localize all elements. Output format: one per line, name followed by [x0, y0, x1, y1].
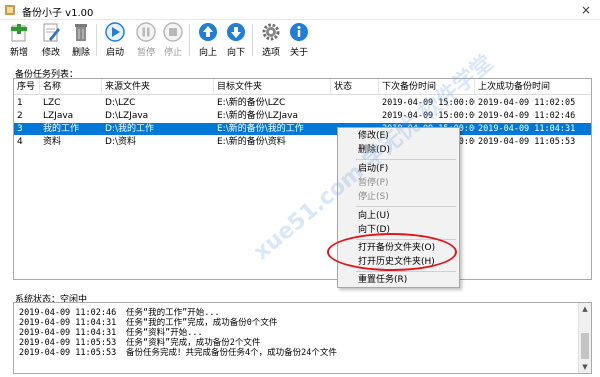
title-bar: 备份小子 v1.00 ×	[0, 0, 600, 20]
play-icon	[105, 22, 125, 42]
scroll-down-icon[interactable]: ▼	[579, 361, 591, 373]
app-window: 备份小子 v1.00 × 新增 修改 删除 启动 暂停 停止 向上 向下 选项 …	[0, 0, 600, 377]
arrow-up-icon	[199, 23, 217, 41]
start-label: 启动	[105, 48, 124, 58]
scroll-up-icon[interactable]: ▲	[579, 303, 591, 315]
stop-icon	[163, 22, 183, 42]
edit-label: 修改	[41, 48, 60, 58]
target-folder: E:\新的备份\资料	[217, 137, 286, 147]
pause-icon	[136, 22, 156, 42]
column-header[interactable]: 上次成功备份时间	[475, 79, 591, 95]
pause-label: 暂停	[136, 48, 155, 58]
table-row[interactable]: 2 LZJava D:\LZJava E:\新的备份\LZJava 2019-0…	[14, 110, 591, 122]
last-success-time: 2019-04-09 11:05:53	[478, 137, 576, 147]
row-index: 3	[17, 124, 23, 134]
log-message: 任务“我的工作”完成，成功备份0个文件	[126, 318, 278, 328]
last-success-time: 2019-04-09 11:04:31	[478, 124, 576, 134]
log-time: 2019-04-09 11:05:53	[19, 338, 117, 348]
task-name: 资料	[43, 137, 62, 147]
log-time: 2019-04-09 11:04:31	[19, 328, 117, 338]
log-message: 备份任务完成！共完成备份任务4个，成功备份24个文件	[126, 348, 337, 358]
task-status	[331, 110, 379, 122]
arrow-down-icon	[227, 23, 245, 41]
target-folder: E:\新的备份\LZC	[217, 98, 286, 108]
menu-item-stop[interactable]: 停止(S)	[338, 190, 459, 204]
log-message: 任务“我的工作”开始...	[126, 308, 220, 318]
trash-icon	[75, 24, 87, 41]
move-up-label: 向上	[198, 48, 217, 58]
last-success-time: 2019-04-09 11:02:05	[478, 98, 576, 108]
about-button[interactable]: 关于	[284, 21, 314, 59]
log-message: 任务“资料”完成，成功备份2个文件	[126, 338, 261, 348]
task-table: 序号 名称 来源文件夹 目标文件夹 状态 下次备份时间 上次成功备份时间 1 L…	[13, 78, 592, 280]
toolbar: 新增 修改 删除 启动 暂停 停止 向上 向下 选项 关于	[0, 20, 600, 60]
stop-button[interactable]: 停止	[158, 21, 188, 59]
move-up-button[interactable]: 向上	[193, 21, 223, 59]
column-header[interactable]: 来源文件夹	[102, 79, 214, 95]
about-label: 关于	[289, 48, 308, 58]
menu-item-reset-task[interactable]: 重置任务(R)	[338, 273, 459, 287]
target-folder: E:\新的备份\我的工作	[217, 124, 304, 134]
delete-button[interactable]: 删除	[66, 21, 96, 59]
row-index: 1	[17, 98, 23, 108]
close-button[interactable]: ×	[578, 2, 594, 18]
menu-separator	[356, 271, 456, 272]
source-folder: D:\LZC	[105, 98, 136, 108]
source-folder: D:\我的工作	[105, 124, 154, 134]
start-button[interactable]: 启动	[100, 21, 130, 59]
log-time: 2019-04-09 11:04:31	[19, 318, 117, 328]
pause-button[interactable]: 暂停	[131, 21, 161, 59]
log-panel: 2019-04-09 11:02:46 任务“我的工作”开始... 2019-0…	[13, 302, 592, 374]
edit-button[interactable]: 修改	[36, 21, 66, 59]
table-row-selected[interactable]: 3 我的工作 D:\我的工作 E:\新的备份\我的工作 2019-04-09 1…	[14, 123, 591, 135]
log-time: 2019-04-09 11:05:53	[19, 348, 117, 358]
move-down-label: 向下	[226, 48, 245, 58]
stop-label: 停止	[163, 48, 182, 58]
task-name: LZJava	[43, 111, 74, 121]
app-icon	[5, 5, 15, 15]
log-message: 任务“资料”开始...	[126, 328, 203, 338]
table-header: 序号 名称 来源文件夹 目标文件夹 状态 下次备份时间 上次成功备份时间	[14, 79, 591, 95]
log-scrollbar[interactable]: ▲ ▼	[578, 303, 591, 373]
column-header[interactable]: 状态	[331, 79, 379, 95]
new-label: 新增	[9, 48, 28, 58]
log-time: 2019-04-09 11:02:46	[19, 308, 117, 318]
delete-label: 删除	[71, 48, 90, 58]
window-title: 备份小子 v1.00	[22, 8, 94, 19]
target-folder: E:\新的备份\LZJava	[217, 111, 298, 121]
gear-icon	[262, 23, 280, 41]
menu-item-move-up[interactable]: 向上(U)	[338, 209, 459, 223]
toolbar-separator	[96, 24, 97, 56]
column-header[interactable]: 序号	[14, 79, 40, 95]
column-header[interactable]: 名称	[40, 79, 102, 95]
new-button[interactable]: 新增	[4, 21, 34, 59]
scroll-thumb[interactable]	[581, 333, 589, 359]
source-folder: D:\LZJava	[105, 111, 149, 121]
column-header[interactable]: 目标文件夹	[214, 79, 331, 95]
task-name: LZC	[43, 98, 61, 108]
toolbar-separator	[189, 24, 190, 56]
row-index: 4	[17, 137, 23, 147]
edit-icon	[43, 23, 60, 42]
options-label: 选项	[261, 48, 280, 58]
table-row[interactable]: 1 LZC D:\LZC E:\新的备份\LZC 2019-04-09 15:0…	[14, 97, 591, 109]
add-icon	[11, 24, 27, 42]
task-status	[331, 97, 379, 109]
menu-separator	[356, 206, 456, 207]
task-name: 我的工作	[43, 124, 80, 134]
row-index: 2	[17, 111, 23, 121]
info-icon	[290, 23, 308, 41]
toolbar-separator	[252, 24, 253, 56]
move-down-button[interactable]: 向下	[221, 21, 251, 59]
options-button[interactable]: 选项	[256, 21, 286, 59]
source-folder: D:\资料	[105, 137, 136, 147]
highlight-ellipse	[327, 233, 457, 271]
last-success-time: 2019-04-09 11:02:46	[478, 111, 576, 121]
table-row[interactable]: 4 资料 D:\资料 E:\新的备份\资料 2019-04-09 15:00:0…	[14, 136, 591, 148]
